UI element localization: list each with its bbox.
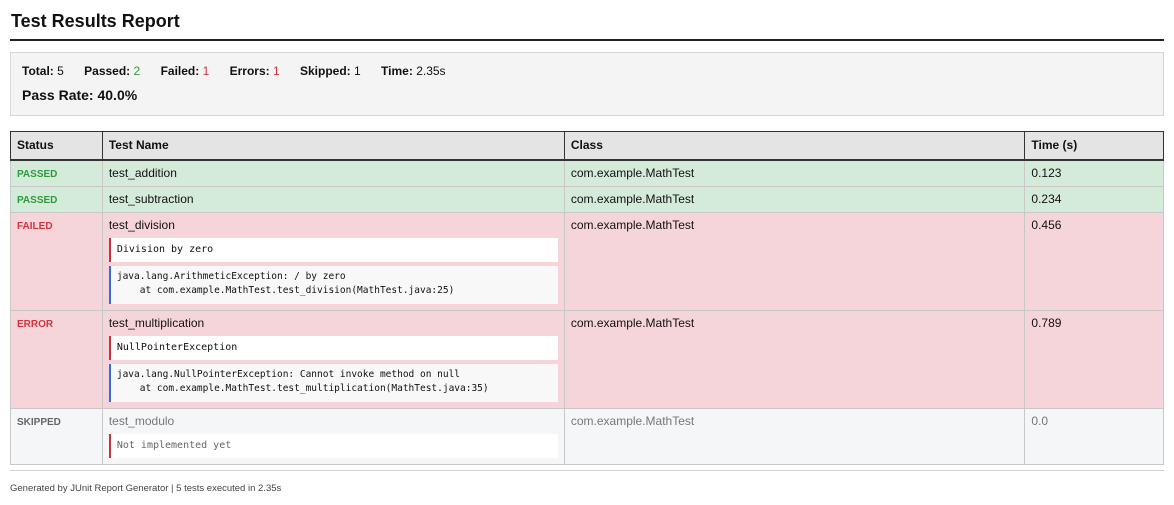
test-name-cell: test_division Division by zero java.lang… (101, 211, 565, 311)
table-row: ERROR test_multiplication NullPointerExc… (10, 309, 1164, 409)
summary-stats: Total: 5 Passed: 2 Failed: 1 Errors: 1 S… (22, 64, 463, 78)
status-badge: SKIPPED (17, 416, 61, 428)
stack-trace: java.lang.ArithmeticException: / by zero… (108, 265, 558, 304)
title-divider (10, 39, 1164, 41)
table-row: PASSED test_addition com.example.MathTes… (10, 159, 1164, 187)
time-cell: 0.0 (1024, 407, 1164, 465)
status-cell: ERROR (10, 309, 103, 409)
header-class: Class (563, 131, 1026, 161)
stat-time-label: Time: (381, 64, 413, 78)
stat-time: Time: 2.35s (381, 64, 446, 78)
status-cell: FAILED (10, 211, 103, 311)
table-header-row: Status Test Name Class Time (s) (10, 131, 1164, 161)
stat-skipped: Skipped: 1 (300, 64, 361, 78)
stat-passed: Passed: 2 (84, 64, 140, 78)
time-cell: 0.789 (1024, 309, 1164, 409)
status-badge: FAILED (17, 220, 53, 232)
stat-errors-value: 1 (272, 64, 280, 78)
status-badge: ERROR (17, 318, 54, 330)
footer-divider (10, 470, 1164, 471)
test-name-cell: test_addition (101, 159, 565, 187)
stat-total-label: Total: (22, 64, 54, 78)
stat-failed-value: 1 (202, 64, 210, 78)
summary-panel: Total: 5 Passed: 2 Failed: 1 Errors: 1 S… (10, 52, 1164, 116)
class-cell: com.example.MathTest (563, 407, 1026, 465)
stack-trace: java.lang.NullPointerException: Cannot i… (108, 363, 558, 402)
stat-time-value: 2.35s (416, 64, 446, 78)
test-name-cell: test_modulo Not implemented yet (101, 407, 565, 465)
stat-total: Total: 5 (22, 64, 64, 78)
test-name: test_division (108, 217, 175, 232)
table-row: PASSED test_subtraction com.example.Math… (10, 185, 1164, 213)
header-test-name: Test Name (101, 131, 565, 161)
test-name: test_multiplication (108, 315, 205, 330)
stat-failed: Failed: 1 (161, 64, 210, 78)
class-cell: com.example.MathTest (563, 309, 1026, 409)
header-status: Status (10, 131, 103, 161)
error-message: NullPointerException (108, 335, 558, 360)
skip-message: Not implemented yet (108, 433, 558, 458)
stat-failed-label: Failed: (160, 64, 200, 78)
status-cell: SKIPPED (10, 407, 103, 465)
table-row: FAILED test_division Division by zero ja… (10, 211, 1164, 311)
test-name: test_modulo (108, 413, 175, 428)
stat-passed-label: Passed: (84, 64, 131, 78)
pass-rate: Pass Rate: 40.0% (22, 87, 138, 103)
stat-skipped-value: 1 (354, 64, 361, 78)
stat-errors: Errors: 1 (230, 64, 280, 78)
status-badge: PASSED (17, 168, 58, 180)
table-row: SKIPPED test_modulo Not implemented yet … (10, 407, 1164, 465)
footer-text: Generated by JUnit Report Generator | 5 … (10, 483, 282, 494)
results-table: Status Test Name Class Time (s) PASSED t… (10, 131, 1164, 465)
failure-message: Division by zero (108, 237, 558, 262)
status-cell: PASSED (10, 159, 103, 187)
class-cell: com.example.MathTest (563, 211, 1026, 311)
time-cell: 0.234 (1024, 185, 1164, 213)
time-cell: 0.456 (1024, 211, 1164, 311)
test-name-cell: test_multiplication NullPointerException… (101, 309, 565, 409)
test-name-cell: test_subtraction (101, 185, 565, 213)
stat-skipped-label: Skipped: (300, 64, 351, 78)
header-time: Time (s) (1024, 131, 1164, 161)
page-title: Test Results Report (11, 11, 180, 31)
class-cell: com.example.MathTest (563, 185, 1026, 213)
stat-total-value: 5 (57, 64, 64, 78)
stat-errors-label: Errors: (229, 64, 270, 78)
class-cell: com.example.MathTest (563, 159, 1026, 187)
stat-passed-value: 2 (133, 64, 141, 78)
status-badge: PASSED (17, 194, 58, 206)
time-cell: 0.123 (1024, 159, 1164, 187)
status-cell: PASSED (10, 185, 103, 213)
